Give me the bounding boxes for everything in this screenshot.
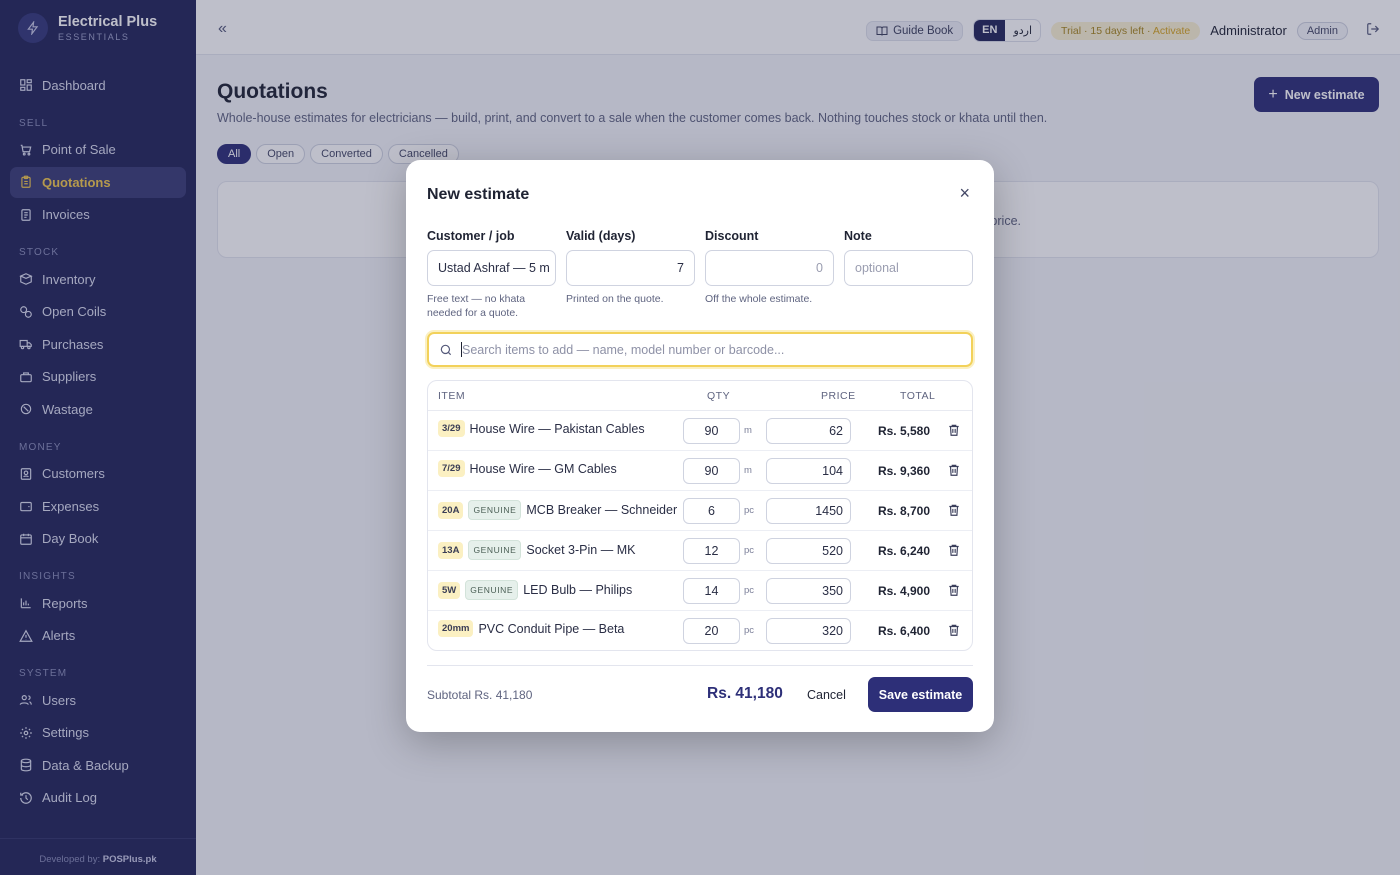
customer-label: Customer / job xyxy=(427,229,515,243)
unit-label: pc xyxy=(744,505,755,516)
valid-days-input[interactable]: 7 xyxy=(566,250,695,286)
unit-label: m xyxy=(744,465,752,476)
item-name: Socket 3-Pin — MK xyxy=(526,543,636,557)
search-icon xyxy=(440,344,452,355)
valid-days-field: Valid (days) 7 Printed on the quote. xyxy=(566,229,695,306)
trash-icon[interactable] xyxy=(947,502,961,518)
unit-label: pc xyxy=(744,625,755,636)
item-cell: 20mm PVC Conduit Pipe — Beta xyxy=(438,620,624,637)
item-search-input[interactable]: Search items to add — name, model number… xyxy=(427,332,973,367)
dialog-title: New estimate xyxy=(427,186,530,203)
price-input[interactable]: 320 xyxy=(766,618,851,644)
item-name: House Wire — GM Cables xyxy=(469,461,617,476)
qty-input[interactable]: 20 xyxy=(683,618,740,644)
item-name: House Wire — Pakistan Cables xyxy=(469,421,645,436)
spec-tag: 13A xyxy=(438,541,464,559)
line-total: Rs. 5,580 xyxy=(877,424,930,438)
new-estimate-dialog: New estimate × Customer / job Ustad Ashr… xyxy=(406,160,994,732)
save-estimate-button[interactable]: Save estimate xyxy=(868,677,973,712)
unit-label: pc xyxy=(744,585,755,596)
column-price: PRICE xyxy=(821,390,856,402)
item-name: LED Bulb — Philips xyxy=(523,583,633,597)
column-qty: QTY xyxy=(707,390,731,402)
price-input[interactable]: 350 xyxy=(766,578,851,604)
note-label: Note xyxy=(844,229,872,243)
cancel-button[interactable]: Cancel xyxy=(807,688,846,702)
table-row: 20mm PVC Conduit Pipe — Beta 20 pc 320 Rs. 6,… xyxy=(428,611,972,650)
trash-icon[interactable] xyxy=(947,582,961,598)
unit-label: m xyxy=(744,425,752,436)
customer-help: Free text — no khata needed for a quote. xyxy=(427,293,526,319)
table-body: 3/29 House Wire — Pakistan Cables 90 m 62 Rs.… xyxy=(428,411,972,650)
item-cell: 20A GENUINE MCB Breaker — Schneider xyxy=(438,500,677,520)
table-row: 20A GENUINE MCB Breaker — Schneider 6 pc 1450… xyxy=(428,491,972,531)
trash-icon[interactable] xyxy=(947,422,961,438)
estimate-items-table: ITEM QTY PRICE TOTAL 3/29 House Wire — Pa… xyxy=(427,380,973,651)
qty-input[interactable]: 12 xyxy=(683,538,740,564)
valid-days-label: Valid (days) xyxy=(566,229,636,243)
qty-input[interactable]: 6 xyxy=(683,498,740,524)
spec-tag: 20A xyxy=(438,501,464,519)
item-cell: 13A GENUINE Socket 3-Pin — MK xyxy=(438,540,635,560)
table-row: 7/29 House Wire — GM Cables 90 m 104 Rs. 9,36… xyxy=(428,451,972,491)
qty-input[interactable]: 90 xyxy=(683,458,740,484)
price-input[interactable]: 104 xyxy=(766,458,851,484)
item-cell: 3/29 House Wire — Pakistan Cables xyxy=(438,420,645,437)
note-field: Note optional xyxy=(844,229,973,286)
qty-input[interactable]: 14 xyxy=(683,578,740,604)
item-cell: 5W GENUINE LED Bulb — Philips xyxy=(438,580,632,600)
table-row: 3/29 House Wire — Pakistan Cables 90 m 62 Rs.… xyxy=(428,411,972,451)
line-total: Rs. 6,240 xyxy=(877,544,930,558)
discount-input[interactable]: 0 xyxy=(705,250,834,286)
discount-field: Discount 0 Off the whole estimate. xyxy=(705,229,834,306)
customer-field: Customer / job Ustad Ashraf — 5 m Free t… xyxy=(427,229,556,320)
trash-icon[interactable] xyxy=(947,462,961,478)
genuine-badge: GENUINE xyxy=(468,500,522,520)
trash-icon[interactable] xyxy=(947,542,961,558)
spec-tag: 7/29 xyxy=(438,460,465,477)
line-total: Rs. 9,360 xyxy=(877,464,930,478)
price-input[interactable]: 520 xyxy=(766,538,851,564)
table-row: 13A GENUINE Socket 3-Pin — MK 12 pc 520 Rs. 6,… xyxy=(428,531,972,571)
line-total: Rs. 6,400 xyxy=(877,624,930,638)
discount-help: Off the whole estimate. xyxy=(705,293,813,305)
spec-tag: 20mm xyxy=(438,620,474,637)
spec-tag: 5W xyxy=(438,581,461,599)
genuine-badge: GENUINE xyxy=(465,580,519,600)
discount-label: Discount xyxy=(705,229,759,243)
item-name: PVC Conduit Pipe — Beta xyxy=(478,621,625,636)
genuine-badge: GENUINE xyxy=(468,540,522,560)
spec-tag: 3/29 xyxy=(438,420,465,437)
search-placeholder: Search items to add — name, model number… xyxy=(462,342,785,357)
line-total: Rs. 8,700 xyxy=(877,504,930,518)
column-item: ITEM xyxy=(438,390,466,402)
subtotal-text: Subtotal Rs. 41,180 xyxy=(427,688,533,702)
footer-divider xyxy=(427,665,973,666)
price-input[interactable]: 62 xyxy=(766,418,851,444)
qty-input[interactable]: 90 xyxy=(683,418,740,444)
table-row: 5W GENUINE LED Bulb — Philips 14 pc 350 Rs. 4,… xyxy=(428,571,972,611)
price-input[interactable]: 1450 xyxy=(766,498,851,524)
trash-icon[interactable] xyxy=(947,622,961,638)
close-icon[interactable]: × xyxy=(959,184,970,202)
customer-input[interactable]: Ustad Ashraf — 5 m xyxy=(427,250,556,286)
column-total: TOTAL xyxy=(900,390,936,402)
line-total: Rs. 4,900 xyxy=(877,584,930,598)
table-header: ITEM QTY PRICE TOTAL xyxy=(428,381,972,411)
grand-total: Rs. 41,180 xyxy=(707,685,783,702)
item-name: MCB Breaker — Schneider xyxy=(526,503,678,517)
note-input[interactable]: optional xyxy=(844,250,973,286)
unit-label: pc xyxy=(744,545,755,556)
item-cell: 7/29 House Wire — GM Cables xyxy=(438,460,617,477)
valid-days-help: Printed on the quote. xyxy=(566,293,664,305)
